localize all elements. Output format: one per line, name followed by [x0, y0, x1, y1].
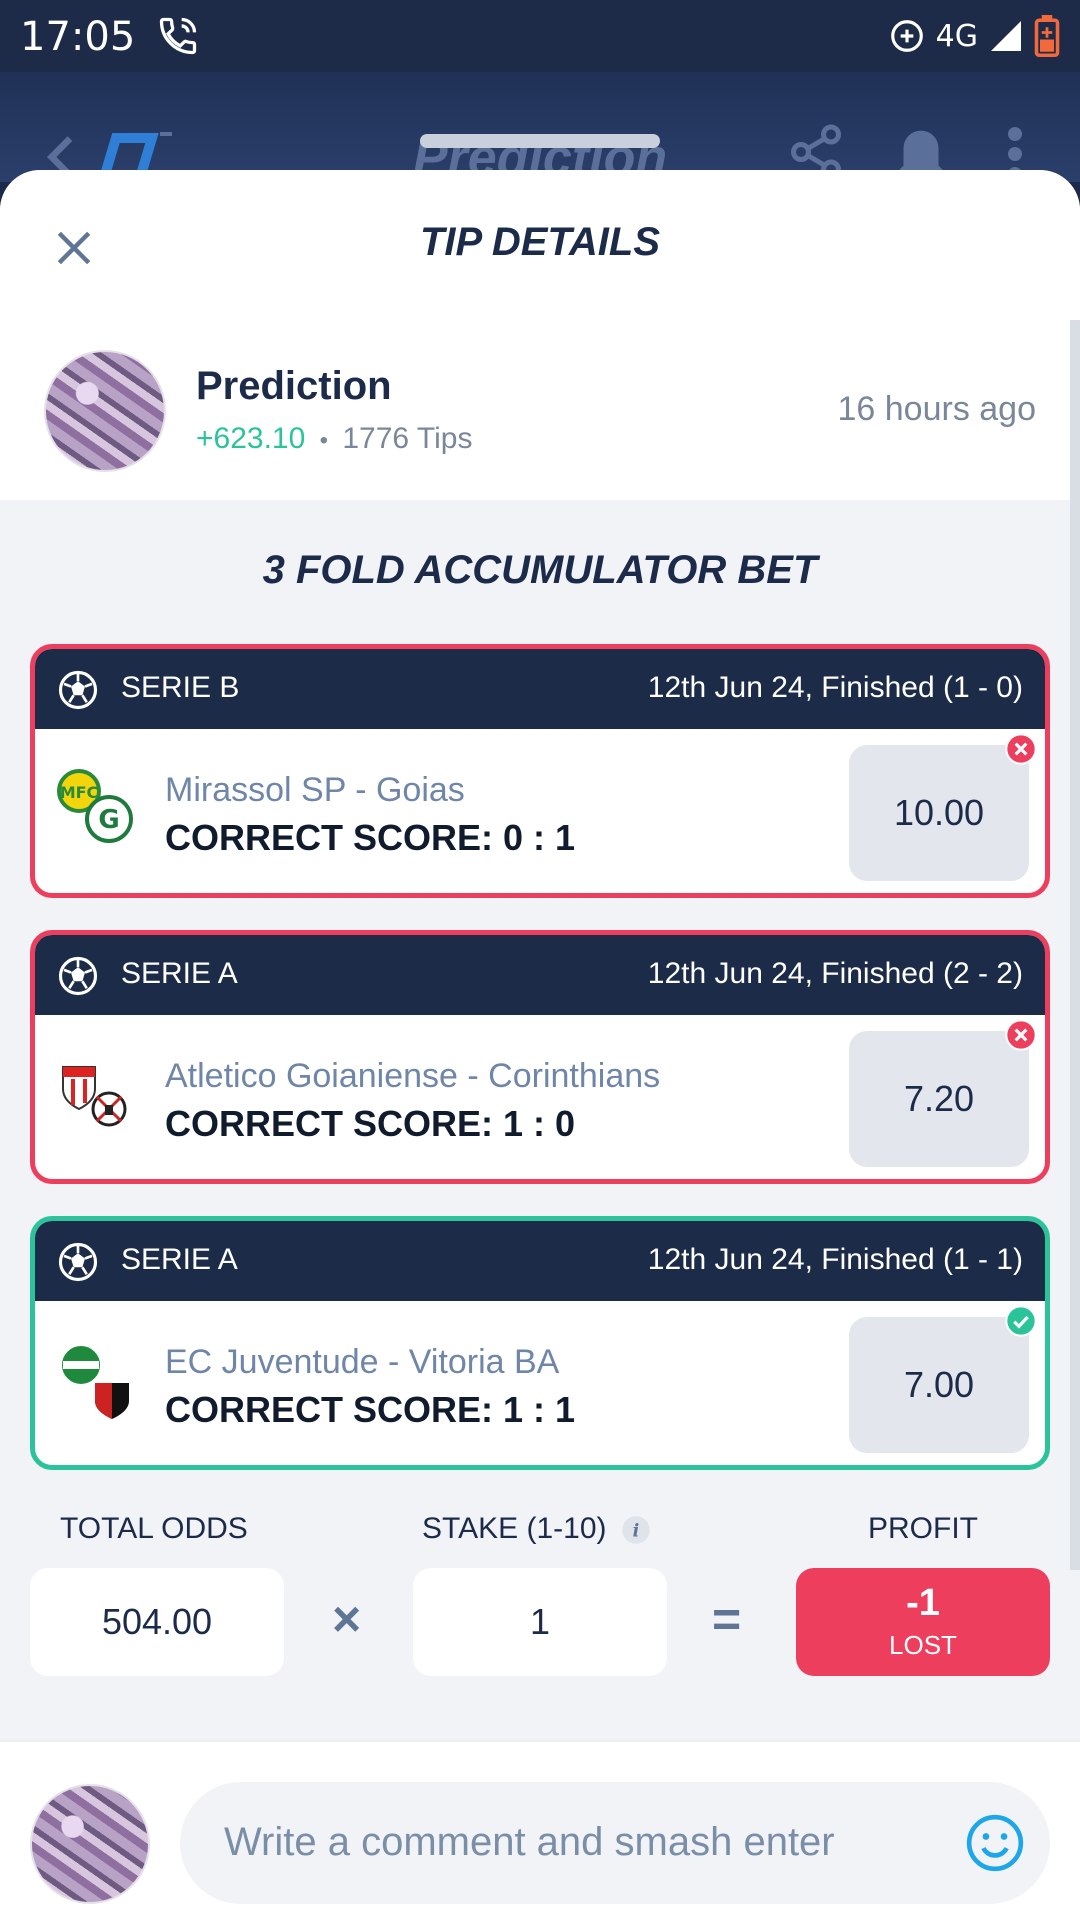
league-name: SERIE A — [121, 957, 238, 990]
league-name: SERIE B — [121, 671, 240, 704]
tipster-row[interactable]: Prediction +623.10 • 1776 Tips 16 hours … — [0, 320, 1080, 500]
league-name: SERIE A — [121, 1243, 238, 1276]
check-circle-icon — [1005, 1305, 1037, 1337]
match-status: 12th Jun 24, Finished (1 - 1) — [647, 1243, 1023, 1276]
profit-box: -1 LOST — [796, 1568, 1050, 1676]
scrollbar[interactable] — [1070, 320, 1080, 1570]
stake-label: STAKE (1-10) — [422, 1512, 607, 1545]
app-header: Prediction — [0, 72, 1080, 187]
tipster-avatar[interactable] — [44, 350, 166, 472]
total-odds-value: 504.00 — [30, 1568, 284, 1676]
match-teams[interactable]: Mirassol SP - Goias — [165, 771, 465, 810]
comment-placeholder[interactable]: Write a comment and smash enter — [224, 1820, 835, 1865]
tip-card-header: SERIE A 12th Jun 24, Finished (2 - 2) — [35, 935, 1045, 1015]
svg-text:G: G — [98, 805, 119, 835]
battery-icon — [1034, 15, 1060, 57]
user-avatar[interactable] — [30, 1784, 150, 1904]
tipster-stats: +623.10 • 1776 Tips — [196, 422, 472, 456]
stake-label-wrap: STAKE (1-10) i — [422, 1512, 651, 1546]
network-type: 4G — [935, 18, 978, 54]
comment-bar: Write a comment and smash enter — [0, 1740, 1080, 1920]
team-logos-icon — [62, 1066, 127, 1127]
soccer-ball-icon — [58, 1242, 98, 1282]
info-icon[interactable]: i — [621, 1515, 651, 1545]
tip-odds: 7.20 — [849, 1031, 1029, 1167]
match-status: 12th Jun 24, Finished (1 - 0) — [647, 671, 1023, 704]
tip-odds: 10.00 — [849, 745, 1029, 881]
tip-card-header: SERIE A 12th Jun 24, Finished (1 - 1) — [35, 1221, 1045, 1301]
tip-odds: 7.00 — [849, 1317, 1029, 1453]
tip-pick: CORRECT SCORE: 1 : 0 — [165, 1103, 576, 1144]
stats-separator: • — [319, 427, 329, 454]
status-bar: 17:05 4G — [0, 0, 1080, 72]
tip-card[interactable]: SERIE A 12th Jun 24, Finished (1 - 1) EC… — [30, 1216, 1050, 1470]
tip-details-sheet: TIP DETAILS Prediction +623.10 • 1776 Ti… — [0, 170, 1080, 1920]
sheet-title: TIP DETAILS — [420, 220, 660, 264]
match-teams[interactable]: Atletico Goianiense - Corinthians — [165, 1057, 660, 1096]
match-status: 12th Jun 24, Finished (2 - 2) — [647, 957, 1023, 990]
tip-time: 16 hours ago — [837, 390, 1037, 428]
match-teams[interactable]: EC Juventude - Vitoria BA — [165, 1343, 559, 1382]
tip-card[interactable]: SERIE B 12th Jun 24, Finished (1 - 0) MF… — [30, 644, 1050, 898]
x-circle-icon — [1005, 733, 1037, 765]
tip-card-header: SERIE B 12th Jun 24, Finished (1 - 0) — [35, 649, 1045, 729]
comment-input[interactable]: Write a comment and smash enter — [180, 1782, 1050, 1904]
data-saver-icon — [890, 20, 923, 52]
soccer-ball-icon — [58, 956, 98, 996]
bet-type-title: 3 FOLD ACCUMULATOR BET — [262, 548, 818, 592]
team-logos-icon: MFC G — [57, 769, 133, 843]
profit-status: LOST — [889, 1630, 957, 1660]
equals-sign: = — [712, 1591, 742, 1647]
stake-value: 1 — [413, 1568, 667, 1676]
svg-text:i: i — [633, 1521, 640, 1541]
smiley-icon[interactable] — [964, 1812, 1026, 1874]
profit-value: -1 — [906, 1582, 940, 1624]
tipster-tips-count: 1776 Tips — [342, 422, 473, 455]
sheet-drag-handle[interactable] — [420, 134, 660, 148]
tip-card[interactable]: SERIE A 12th Jun 24, Finished (2 - 2) At… — [30, 930, 1050, 1184]
multiply-sign: × — [332, 1591, 362, 1647]
tip-pick: CORRECT SCORE: 1 : 1 — [165, 1389, 576, 1430]
x-circle-icon — [1005, 1019, 1037, 1051]
wifi-call-icon — [159, 17, 197, 55]
tipster-profit: +623.10 — [196, 422, 306, 455]
signal-icon — [991, 21, 1021, 51]
soccer-ball-icon — [58, 670, 98, 710]
status-time: 17:05 — [20, 14, 136, 60]
tipster-name[interactable]: Prediction — [196, 364, 392, 409]
total-odds-label: TOTAL ODDS — [60, 1512, 248, 1545]
team-logos-icon — [60, 1344, 129, 1419]
tip-pick: CORRECT SCORE: 0 : 1 — [165, 817, 576, 858]
sheet-header: TIP DETAILS — [0, 170, 1080, 320]
svg-text:MFC: MFC — [60, 783, 99, 802]
profit-label: PROFIT — [868, 1512, 978, 1545]
